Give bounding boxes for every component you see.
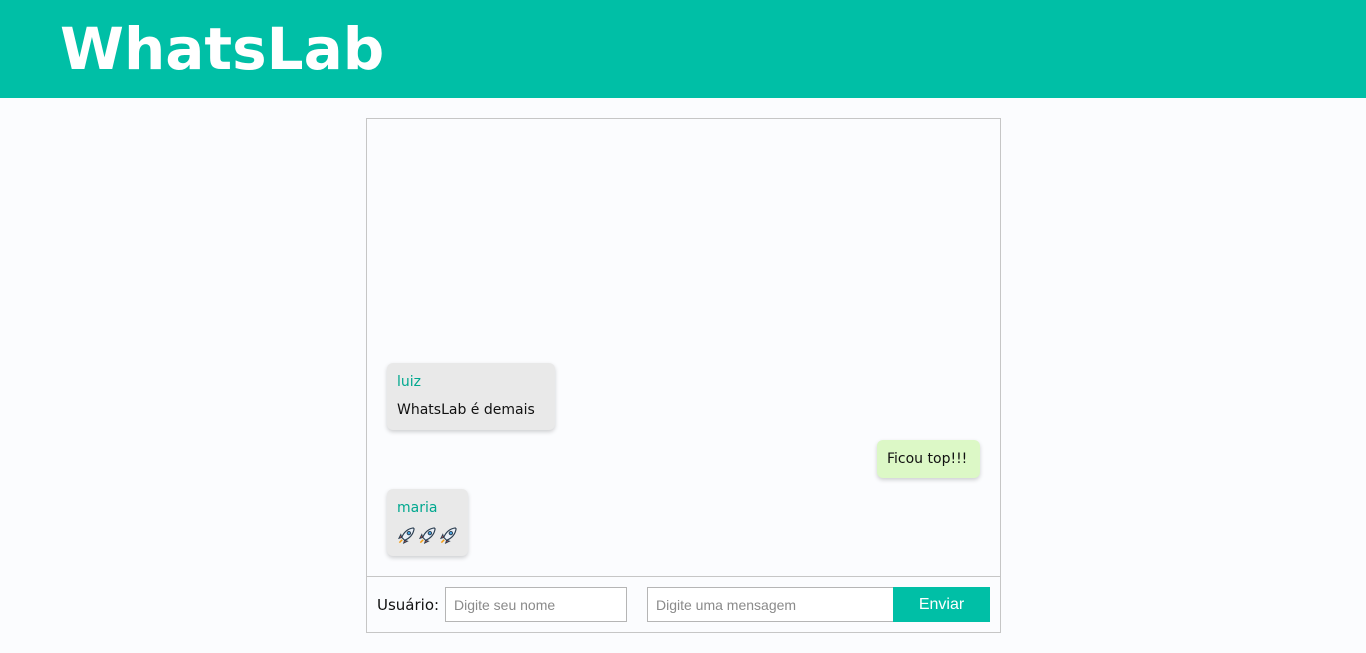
rocket-icon (418, 527, 436, 545)
rocket-icon (439, 527, 457, 545)
compose-bar: Usuário: Enviar (367, 576, 1000, 632)
message-text: Ficou top!!! (887, 451, 968, 467)
message-list[interactable]: luiz WhatsLab é demais Ficou top!!! mari… (367, 119, 1000, 576)
message-author: maria (397, 500, 438, 516)
message-bubble-incoming: maria (387, 489, 468, 556)
app-title: WhatsLab (60, 15, 385, 83)
send-button[interactable]: Enviar (893, 587, 990, 622)
rocket-icon (397, 527, 415, 545)
user-label: Usuário: (377, 596, 440, 614)
message-bubble-incoming: luiz WhatsLab é demais (387, 363, 555, 430)
message-text: WhatsLab é demais (397, 402, 535, 418)
user-name-input[interactable] (445, 587, 627, 622)
app-header: WhatsLab (0, 0, 1366, 98)
message-author: luiz (397, 374, 422, 390)
chat-container: luiz WhatsLab é demais Ficou top!!! mari… (366, 118, 1001, 633)
message-emoji (397, 526, 460, 545)
message-bubble-outgoing: Ficou top!!! (877, 440, 980, 478)
message-input[interactable] (647, 587, 894, 622)
